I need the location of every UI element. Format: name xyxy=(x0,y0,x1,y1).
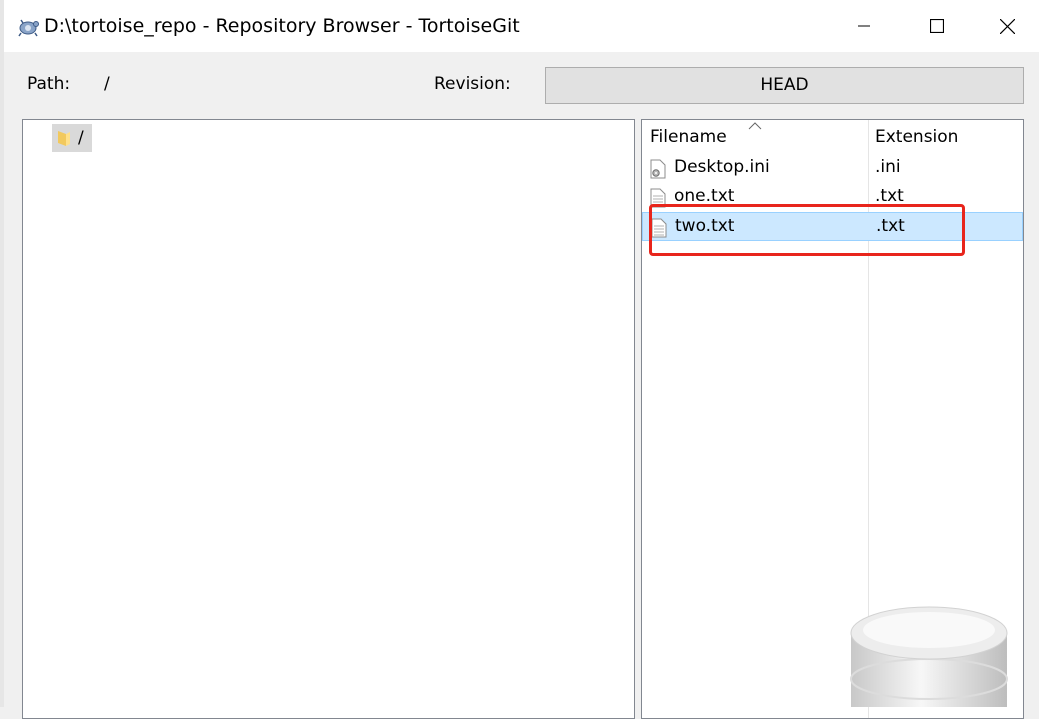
settings-file-icon xyxy=(650,159,666,179)
file-name: one.txt xyxy=(674,186,735,206)
file-extension: .txt xyxy=(875,186,904,206)
file-row-desktop-ini[interactable]: Desktop.ini .ini xyxy=(642,154,1023,183)
repository-database-icon xyxy=(850,606,1008,707)
revision-label: Revision: xyxy=(434,74,511,94)
tortoisegit-icon xyxy=(18,19,39,37)
file-name: Desktop.ini xyxy=(674,157,770,177)
path-value: / xyxy=(104,74,110,94)
path-label: Path: xyxy=(27,74,71,94)
tree-node-label: / xyxy=(78,128,84,148)
sort-ascending-icon xyxy=(748,122,762,130)
close-icon xyxy=(999,18,1015,34)
revision-button[interactable]: HEAD xyxy=(545,67,1024,104)
folder-icon xyxy=(58,131,70,146)
column-header-extension[interactable]: Extension xyxy=(875,120,958,154)
close-button[interactable] xyxy=(972,0,1039,52)
file-extension: .ini xyxy=(875,157,901,177)
column-header-filename[interactable]: Filename xyxy=(650,120,727,154)
folder-tree[interactable]: / xyxy=(22,119,635,719)
title-bar: D:\tortoise_repo - Repository Browser - … xyxy=(4,0,1039,52)
minimize-button[interactable] xyxy=(829,0,899,52)
window-title: D:\tortoise_repo - Repository Browser - … xyxy=(44,15,520,37)
tree-node-root[interactable]: / xyxy=(52,124,92,152)
highlight-annotation xyxy=(649,204,965,256)
minimize-icon xyxy=(858,25,870,27)
maximize-icon xyxy=(930,19,944,33)
repository-browser-window: D:\tortoise_repo - Repository Browser - … xyxy=(4,0,1039,719)
maximize-button[interactable] xyxy=(902,0,972,52)
